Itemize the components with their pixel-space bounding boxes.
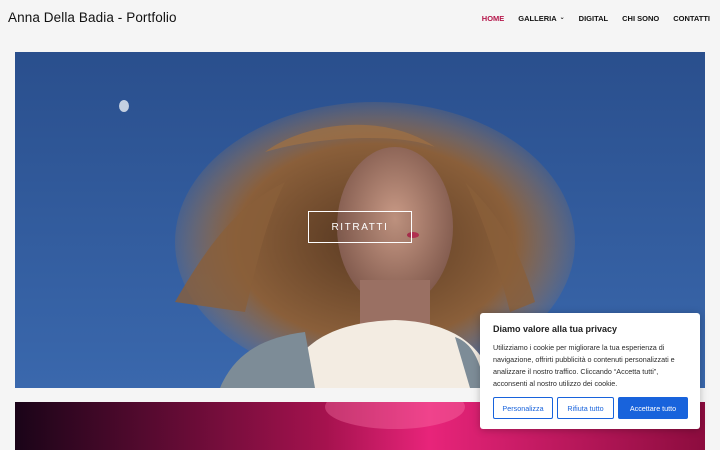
accept-all-button[interactable]: Accettare tutto: [618, 397, 688, 419]
site-title[interactable]: Anna Della Badia - Portfolio: [8, 10, 177, 25]
main-nav: HOME GALLERIA ⌄ DIGITAL CHI SONO CONTATTI: [468, 14, 710, 23]
site-header: Anna Della Badia - Portfolio HOME GALLER…: [0, 0, 720, 40]
ritratti-button[interactable]: RITRATTI: [308, 211, 412, 243]
reject-all-button[interactable]: Rifiuta tutto: [557, 397, 614, 419]
nav-item-home[interactable]: HOME: [482, 14, 505, 23]
cookie-banner-title: Diamo valore alla tua privacy: [493, 324, 618, 334]
nav-item-label: HOME: [481, 14, 505, 23]
cookie-banner-text: Utilizziamo i cookie per migliorare la t…: [493, 343, 675, 388]
nav-item-label: CHI SONO: [622, 14, 660, 23]
cookie-consent-banner: Diamo valore alla tua privacy Utilizziam…: [480, 313, 700, 429]
nav-item-galleria[interactable]: GALLERIA ⌄: [518, 14, 564, 23]
customize-button[interactable]: Personalizza: [493, 397, 553, 419]
nav-item-contatti[interactable]: CONTATTI: [673, 14, 710, 23]
nav-item-label: GALLERIA: [518, 14, 557, 23]
nav-item-label: DIGITAL: [578, 14, 609, 23]
nav-item-chi-sono[interactable]: CHI SONO: [622, 14, 659, 23]
cookie-banner-actions: Personalizza Rifiuta tutto Accettare tut…: [493, 397, 688, 419]
nav-item-digital[interactable]: DIGITAL: [579, 14, 608, 23]
nav-item-label: CONTATTI: [673, 14, 710, 23]
chevron-down-icon: ⌄: [559, 15, 565, 21]
